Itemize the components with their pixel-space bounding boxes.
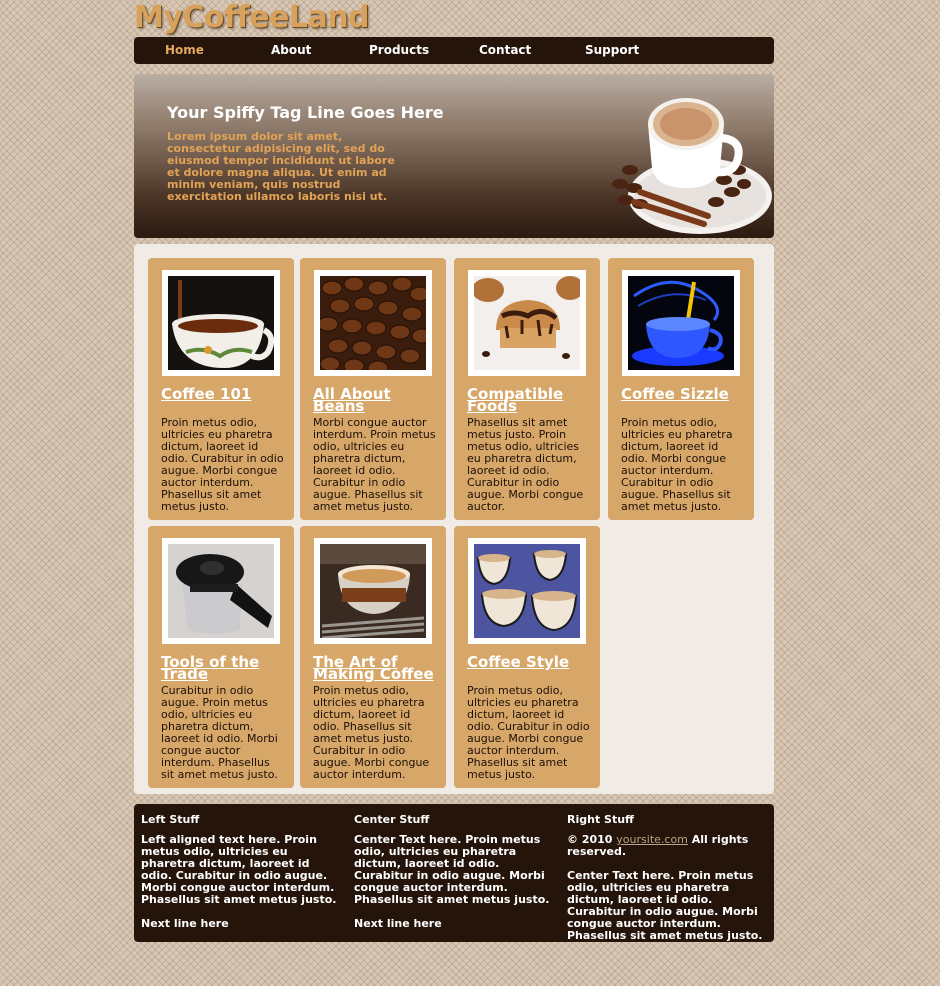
card-coffee-sizzle: Coffee Sizzle Proin metus odio, ultricie… <box>608 258 754 520</box>
main-nav: Home About Products Contact Support <box>134 37 774 64</box>
hero-tagline: Your Spiffy Tag Line Goes Here <box>167 103 444 122</box>
footer-right-heading: Right Stuff <box>567 813 634 826</box>
muffin-image[interactable] <box>474 276 580 370</box>
footer-left-text: Left aligned text here. Proin metus odio… <box>141 833 337 906</box>
card-body-text: Proin metus odio, ultricies eu pharetra … <box>467 684 590 781</box>
footer-right-column: Right Stuff © 2010 yoursite.com All righ… <box>567 814 763 954</box>
card-art-of-making-coffee: The Art of Making Coffee Proin metus odi… <box>300 526 446 788</box>
card-title[interactable]: Compatible Foods <box>467 387 593 414</box>
card-text: Proin metus odio, ultricies eu pharetra … <box>161 417 285 513</box>
hero-banner: Your Spiffy Tag Line Goes Here Lorem ips… <box>134 74 774 238</box>
card-title[interactable]: The Art of Making Coffee <box>313 655 439 682</box>
espresso-cup-image-frame <box>314 538 432 644</box>
coffee-press-image-frame <box>162 538 280 644</box>
nav-item-contact[interactable]: Contact <box>479 37 531 64</box>
card-text: Proin metus odio, ultricies eu pharetra … <box>313 685 437 781</box>
card-coffee-style: Coffee Style Proin metus odio, ultricies… <box>454 526 600 788</box>
striped-cups-image[interactable] <box>474 544 580 638</box>
footer-left-next-line: Next line here <box>141 917 229 930</box>
footer-center-heading: Center Stuff <box>354 813 430 826</box>
nav-item-products[interactable]: Products <box>369 37 429 64</box>
card-text: Morbi congue auctor interdum. Proin metu… <box>313 417 437 513</box>
card-title[interactable]: All About Beans <box>313 387 439 414</box>
card-all-about-beans: All About Beans Morbi congue auctor inte… <box>300 258 446 520</box>
card-body-text: Proin metus odio, ultricies eu pharetra … <box>313 684 430 781</box>
card-text: Proin metus odio, ultricies eu pharetra … <box>467 685 591 781</box>
card-body-text: Curabitur in odio augue. Proin metus odi… <box>161 684 278 781</box>
coffee-press-image[interactable] <box>168 544 274 638</box>
card-text: Curabitur in odio augue. Proin metus odi… <box>161 685 285 781</box>
card-tools-of-the-trade: Tools of the Trade Curabitur in odio aug… <box>148 526 294 788</box>
nav-item-home[interactable]: Home <box>165 37 204 64</box>
card-text: Proin metus odio, ultricies eu pharetra … <box>621 417 745 513</box>
nav-item-support[interactable]: Support <box>585 37 639 64</box>
footer-copyright: © 2010 yoursite.com All rights reserved. <box>567 834 763 858</box>
card-title[interactable]: Coffee 101 <box>161 387 287 402</box>
footer-left-heading: Left Stuff <box>141 813 200 826</box>
blue-cup-image-frame <box>622 270 740 376</box>
card-body-text: Proin metus odio, ultricies eu pharetra … <box>161 416 284 513</box>
footer-center-text: Center Text here. Proin metus odio, ultr… <box>354 833 550 906</box>
card-title[interactable]: Coffee Style <box>467 655 593 670</box>
coffee-beans-image-frame <box>314 270 432 376</box>
coffee-cup-hero-image <box>612 98 772 234</box>
card-title[interactable]: Coffee Sizzle <box>621 387 747 402</box>
hero-text: Lorem ipsum dolor sit amet, consectetur … <box>167 130 395 203</box>
card-coffee-101: Coffee 101 Proin metus odio, ultricies e… <box>148 258 294 520</box>
site-logo[interactable]: MyCoffeeLand <box>134 0 370 36</box>
yoursite-link[interactable]: yoursite.com <box>616 833 688 846</box>
footer-center-next-line: Next line here <box>354 917 442 930</box>
espresso-cup-image[interactable] <box>320 544 426 638</box>
feature-grid: Coffee 101 Proin metus odio, ultricies e… <box>134 244 774 794</box>
card-title[interactable]: Tools of the Trade <box>161 655 287 682</box>
card-text: Phasellus sit amet metus justo. Proin me… <box>467 417 591 513</box>
striped-cups-image-frame <box>468 538 586 644</box>
coffee-beans-image[interactable] <box>320 276 426 370</box>
card-body-text: Phasellus sit amet metus justo. Proin me… <box>467 416 584 513</box>
blue-cup-image[interactable] <box>628 276 734 370</box>
card-body-text: Proin metus odio, ultricies eu pharetra … <box>621 416 733 513</box>
site-footer: Left Stuff Left aligned text here. Proin… <box>134 804 774 942</box>
card-body-text: Morbi congue auctor interdum. Proin metu… <box>313 416 436 513</box>
card-compatible-foods: Compatible Foods Phasellus sit amet metu… <box>454 258 600 520</box>
footer-left-column: Left Stuff Left aligned text here. Proin… <box>141 814 337 942</box>
coffee-pour-image[interactable] <box>168 276 274 370</box>
muffin-image-frame <box>468 270 586 376</box>
footer-center-column: Center Stuff Center Text here. Proin met… <box>354 814 550 942</box>
coffee-pour-image-frame <box>162 270 280 376</box>
footer-right-text: Center Text here. Proin metus odio, ultr… <box>567 869 763 942</box>
nav-item-about[interactable]: About <box>271 37 311 64</box>
